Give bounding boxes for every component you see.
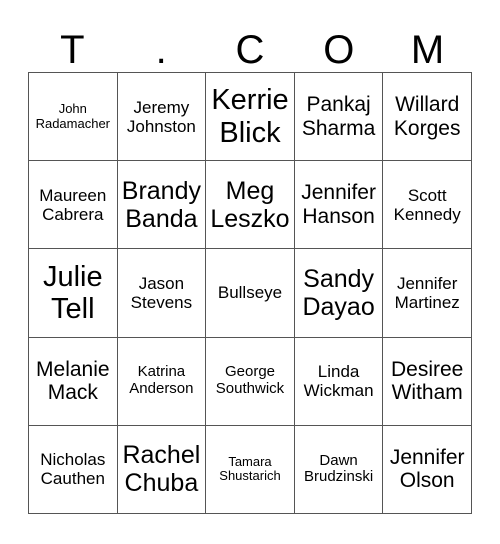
bingo-cell-r1c5[interactable]: Willard Korges — [383, 73, 472, 162]
bingo-cell-label: Jason Stevens — [130, 273, 193, 312]
bingo-cell-r5c1[interactable]: Nicholas Cauthen — [29, 425, 118, 514]
bingo-cell-label: Tamara Shustarich — [219, 453, 281, 484]
bingo-cell-label: Melanie Mack — [36, 357, 110, 405]
header-letter-4: O — [323, 28, 355, 72]
bingo-cell-r3c5[interactable]: Jennifer Martinez — [383, 249, 472, 338]
bingo-cell-label: Maureen Cabrera — [39, 185, 107, 224]
bingo-cell-free-space[interactable]: Bullseye — [206, 249, 295, 338]
bingo-cell-label: Pankaj Sharma — [301, 93, 376, 140]
header-letter-3: C — [235, 28, 265, 72]
bingo-cell-r1c1[interactable]: John Radamacher — [29, 73, 118, 162]
bingo-cell-r3c1[interactable]: Julie Tell — [29, 249, 118, 338]
bingo-cell-r3c2[interactable]: Jason Stevens — [117, 249, 207, 338]
header-letter-1: T — [60, 28, 85, 72]
bingo-cell-label: Nicholas Cauthen — [40, 450, 106, 489]
bingo-cell-label: Kerrie Blick — [211, 84, 289, 149]
bingo-cell-r2c1[interactable]: Maureen Cabrera — [29, 161, 118, 250]
bingo-cell-r2c5[interactable]: Scott Kennedy — [383, 161, 472, 250]
bingo-cell-label: John Radamacher — [35, 101, 111, 131]
bingo-cell-label: Desiree Witham — [391, 357, 464, 405]
header-letter-2: . — [155, 28, 167, 72]
bingo-cell-r2c3[interactable]: Meg Leszko — [206, 161, 295, 250]
bingo-cell-r2c2[interactable]: Brandy Banda — [117, 161, 207, 250]
bingo-cell-label: Jeremy Johnston — [126, 97, 196, 136]
bingo-cell-r4c4[interactable]: Linda Wickman — [294, 337, 384, 426]
bingo-cell-r5c5[interactable]: Jennifer Olson — [383, 425, 472, 514]
bingo-cell-r1c2[interactable]: Jeremy Johnston — [117, 73, 207, 162]
bingo-grid: John Radamacher Jeremy Johnston Kerrie B… — [28, 72, 472, 514]
bingo-cell-label: Julie Tell — [42, 260, 103, 325]
bingo-cell-label: Meg Leszko — [210, 176, 290, 233]
bingo-cell-r5c4[interactable]: Dawn Brudzinski — [294, 425, 384, 514]
bingo-cell-label: Dawn Brudzinski — [303, 451, 374, 486]
bingo-cell-r1c4[interactable]: Pankaj Sharma — [294, 73, 384, 162]
bingo-cell-r2c4[interactable]: Jennifer Hanson — [294, 161, 384, 250]
bingo-cell-label: Sandy Dayao — [302, 264, 375, 321]
bingo-cell-label: Brandy Banda — [121, 176, 201, 233]
bingo-cell-label: Rachel Chuba — [122, 441, 201, 498]
bingo-cell-label: Linda Wickman — [303, 362, 374, 401]
bingo-cell-label: Jennifer Martinez — [394, 273, 460, 312]
bingo-cell-r4c3[interactable]: George Southwick — [206, 337, 295, 426]
bingo-cell-r4c5[interactable]: Desiree Witham — [383, 337, 472, 426]
bingo-header: T . C O M — [28, 18, 472, 72]
bingo-cell-r4c2[interactable]: Katrina Anderson — [117, 337, 207, 426]
bingo-cell-r4c1[interactable]: Melanie Mack — [29, 337, 118, 426]
bingo-cell-label: Jennifer Olson — [389, 445, 465, 493]
bingo-cell-label: George Southwick — [215, 363, 285, 398]
bingo-cell-r5c3[interactable]: Tamara Shustarich — [206, 425, 295, 514]
bingo-cell-label: Katrina Anderson — [129, 363, 194, 398]
bingo-card: T . C O M John Radamacher Jeremy Johnsto… — [0, 0, 500, 544]
bingo-cell-r1c3[interactable]: Kerrie Blick — [206, 73, 295, 162]
header-letter-5: M — [410, 28, 445, 72]
bingo-cell-label: Jennifer Hanson — [301, 181, 376, 228]
bingo-cell-r5c2[interactable]: Rachel Chuba — [117, 425, 207, 514]
free-space-label: Bullseye — [217, 283, 283, 303]
bingo-cell-label: Scott Kennedy — [393, 185, 461, 224]
bingo-cell-label: Willard Korges — [393, 93, 461, 140]
bingo-cell-r3c4[interactable]: Sandy Dayao — [294, 249, 384, 338]
